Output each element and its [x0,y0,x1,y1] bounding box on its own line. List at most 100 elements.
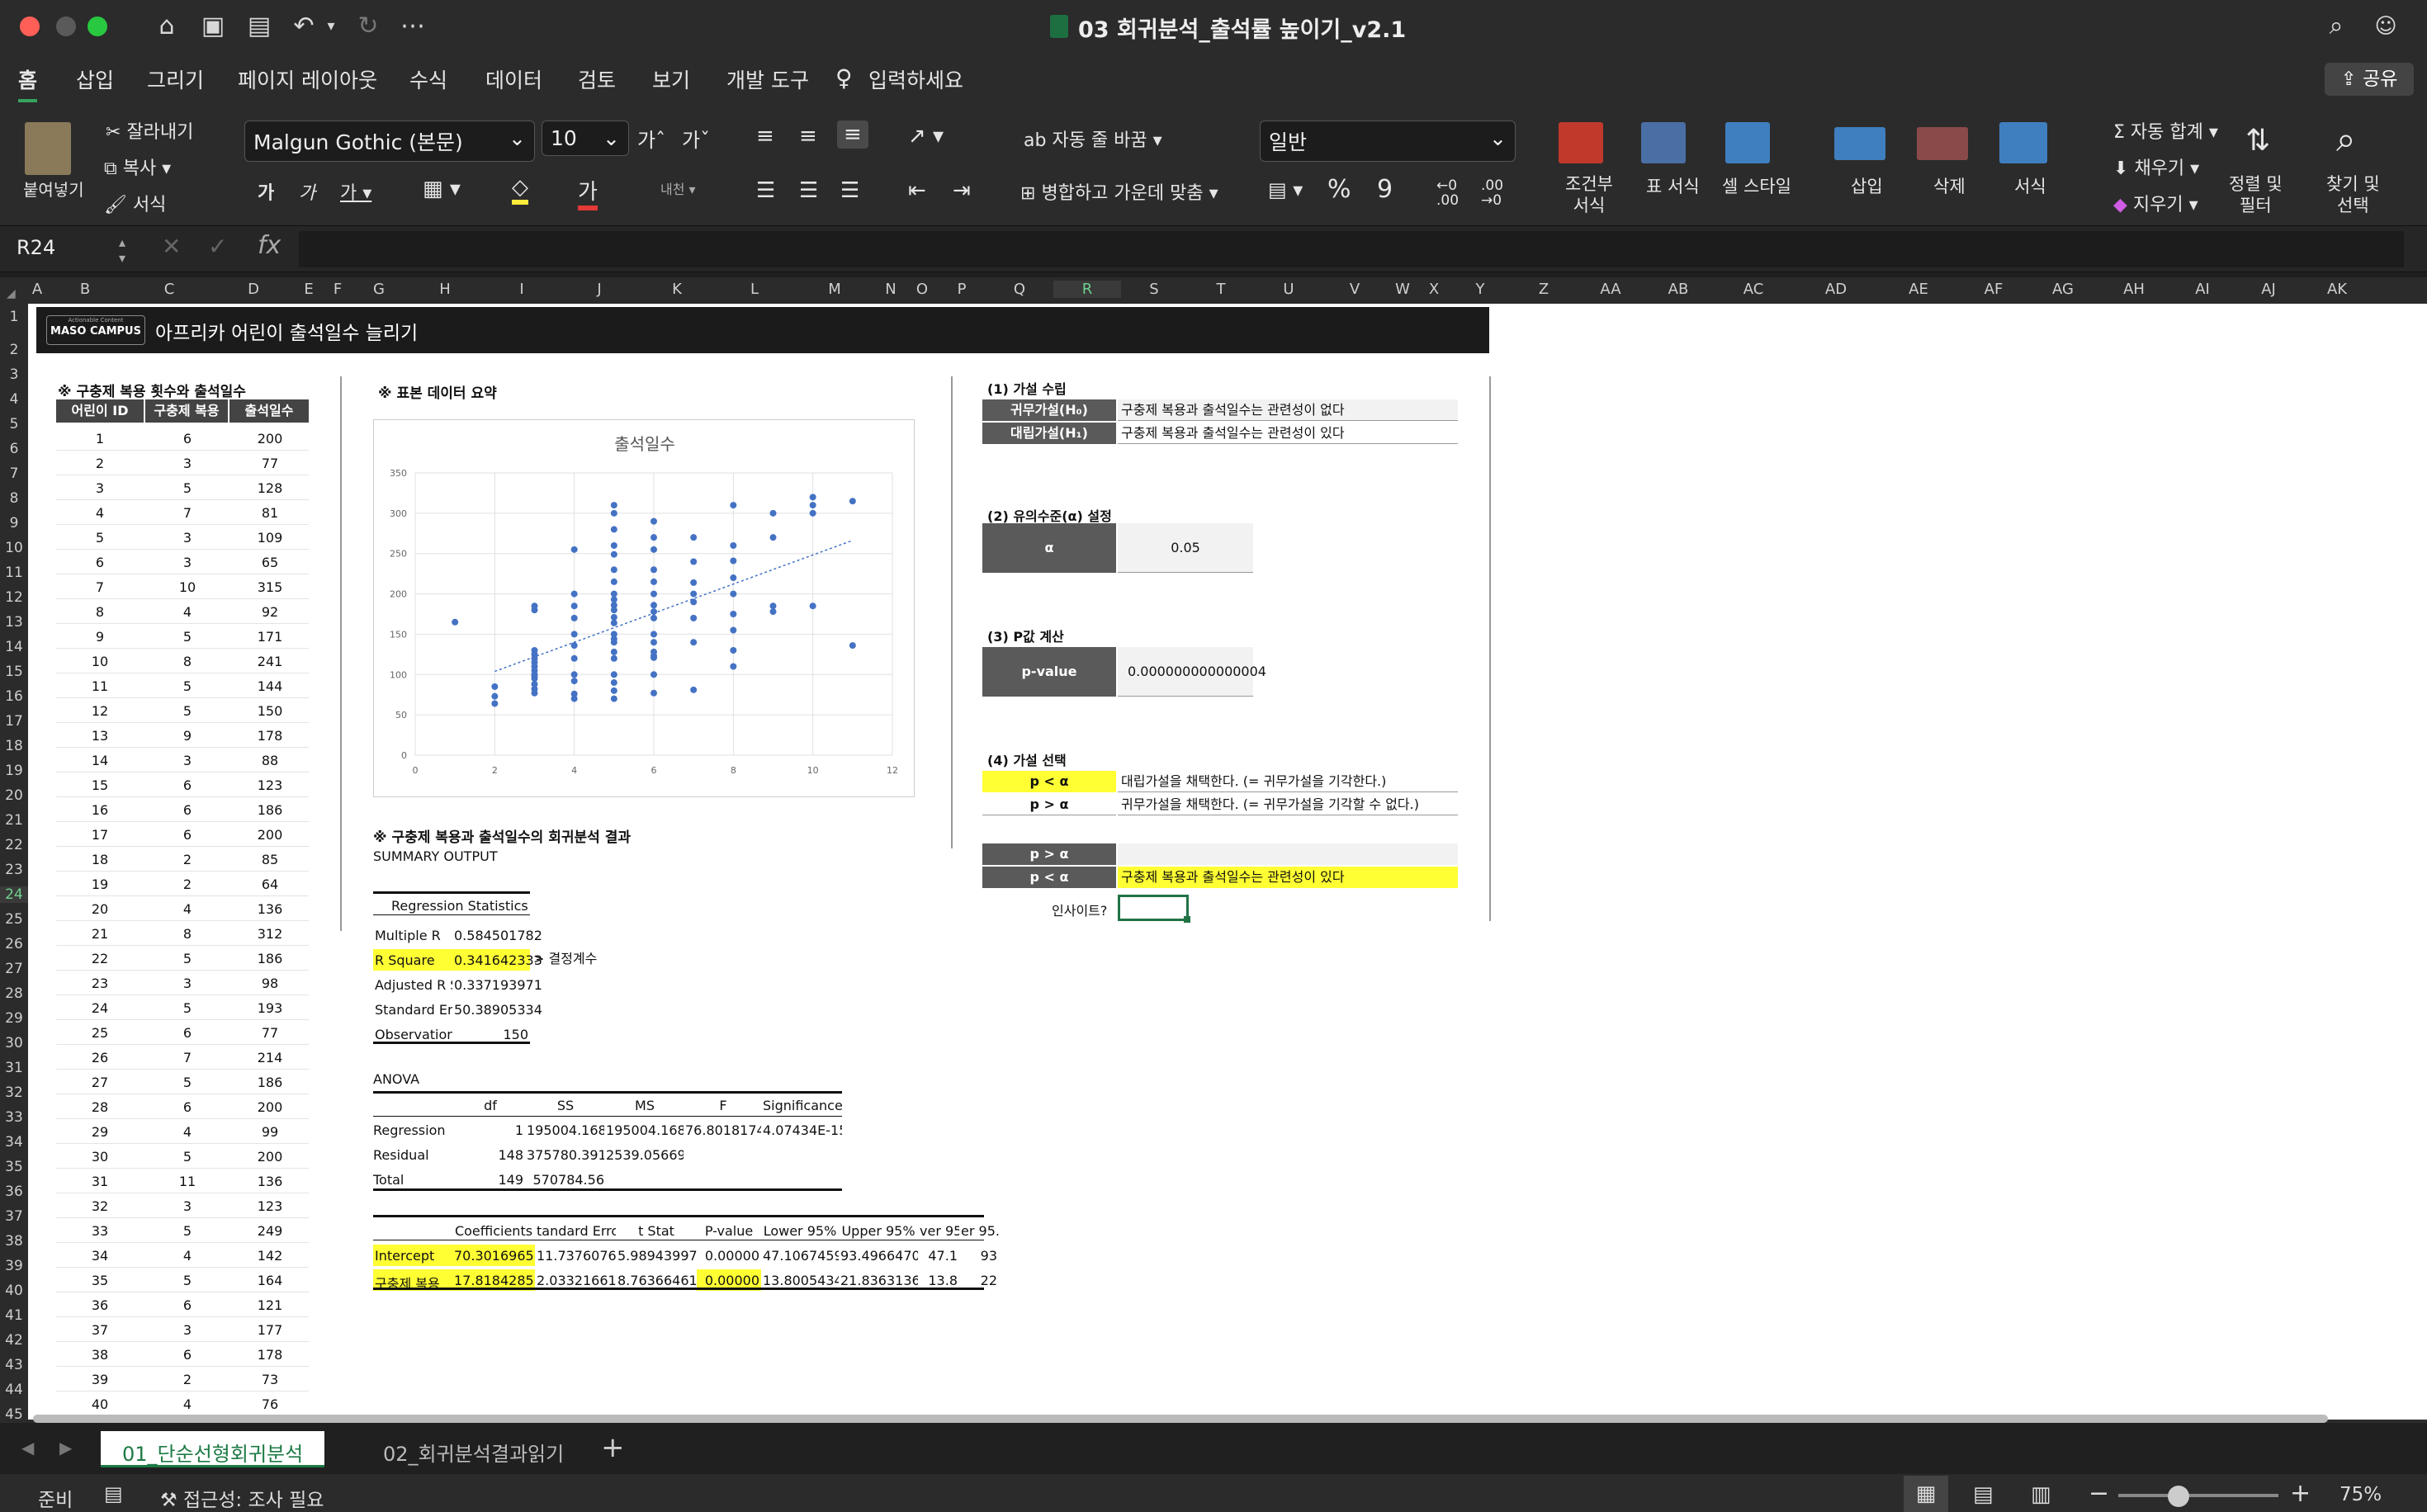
worksheet[interactable]: Actionable Content MASO CAMPUS 아프리카 어린이 … [28,304,2427,1420]
scatter-chart[interactable]: 출석일수 0 50 100 150 200 250 300 350 0 2 4 6 8 10 12 [373,419,915,797]
number-format-select[interactable]: 일반 ⌄ [1260,120,1516,162]
row-header-23[interactable]: 23 [0,862,28,878]
font-size-select[interactable]: 10 ⌄ [542,120,629,156]
find-select-icon[interactable]: ⌕ [2336,119,2356,160]
sheet-tab-2[interactable]: 02_회귀분석결과읽기 [362,1431,585,1467]
align-bottom-icon[interactable]: ≡ [837,120,868,149]
row-header-33[interactable]: 33 [0,1109,28,1126]
fill-handle[interactable] [1184,916,1190,923]
zoom-in-icon[interactable]: + [2290,1479,2311,1508]
accessibility-status[interactable]: ⚒ 접근성: 조사 필요 [160,1484,324,1512]
column-header-ab[interactable]: AB [1644,281,1712,298]
conditional-format-icon[interactable] [1559,122,1603,163]
page-break-view-icon[interactable]: ▥ [2031,1482,2051,1507]
row-header-44[interactable]: 44 [0,1382,28,1398]
row-header-17[interactable]: 17 [0,713,28,730]
column-header-t[interactable]: T [1187,281,1255,298]
row-header-30[interactable]: 30 [0,1035,28,1051]
row-header-38[interactable]: 38 [0,1233,28,1250]
close-window-button[interactable] [20,17,40,36]
insert-cells-icon[interactable] [1834,127,1885,160]
row-header-27[interactable]: 27 [0,961,28,977]
function-icon[interactable]: fx [258,231,281,260]
column-header-r[interactable]: R [1053,281,1121,298]
macro-icon[interactable]: ▤ [104,1482,123,1505]
underline-icon[interactable]: 가 ▾ [340,178,371,205]
paste-icon[interactable] [25,122,71,175]
delete-cells-icon[interactable] [1917,127,1968,160]
column-header-ak[interactable]: AK [2302,281,2373,298]
copy-button[interactable]: ⧉ 복사 ▾ [104,154,171,180]
paste-label[interactable]: 붙여넣기 [23,177,84,201]
row-header-5[interactable]: 5 [0,416,28,432]
row-header-28[interactable]: 28 [0,985,28,1002]
row-header-41[interactable]: 41 [0,1307,28,1324]
row-header-2[interactable]: 2 [0,342,28,358]
bold-icon[interactable]: 가 [258,178,274,205]
fill-color-icon[interactable]: ◇ [512,175,528,205]
border-icon[interactable]: ▦ ▾ [423,177,461,201]
column-header-ad[interactable]: AD [1795,281,1877,298]
zoom-out-icon[interactable]: − [2089,1479,2109,1508]
row-header-16[interactable]: 16 [0,688,28,705]
selected-cell-r24[interactable] [1118,895,1189,921]
sheet-tab-1[interactable]: 01_단순선형회귀분석 [101,1431,325,1467]
row-header-7[interactable]: 7 [0,465,28,482]
tab-home[interactable]: 홈 [18,64,38,102]
select-all-icon[interactable]: ◢ [7,287,16,300]
row-header-1[interactable]: 1 [0,309,28,325]
column-header-a[interactable]: A [30,281,45,298]
align-center-icon[interactable]: ☰ [799,178,818,203]
row-header-15[interactable]: 15 [0,664,28,680]
clear-button[interactable]: ◆ 지우기 ▾ [2113,190,2198,216]
prev-sheet-icon[interactable]: ◀ [21,1438,34,1458]
column-header-f[interactable]: F [324,281,352,298]
row-header-43[interactable]: 43 [0,1357,28,1373]
row-header-20[interactable]: 20 [0,787,28,804]
save-icon[interactable]: ▣ [195,10,231,43]
row-header-32[interactable]: 32 [0,1084,28,1101]
next-sheet-icon[interactable]: ▶ [59,1438,72,1458]
column-header-i[interactable]: I [484,281,560,298]
column-header-p[interactable]: P [938,281,986,298]
column-header-h[interactable]: H [406,281,484,298]
row-header-21[interactable]: 21 [0,812,28,829]
save-as-icon[interactable]: ▤ [241,10,277,43]
tab-developer[interactable]: 개발 도구 [726,64,809,94]
row-header-35[interactable]: 35 [0,1159,28,1175]
wrap-text-button[interactable]: ab 자동 줄 바꿈 ▾ [1024,125,1162,152]
tell-me-input[interactable]: 입력하세요 [868,64,963,94]
decrease-indent-icon[interactable]: ⇤ [908,178,926,203]
column-header-e[interactable]: E [294,281,324,298]
decrease-decimal-icon[interactable]: .00 →0 [1481,178,1503,208]
column-header-y[interactable]: Y [1450,281,1511,298]
tab-view[interactable]: 보기 [652,64,690,94]
align-top-icon[interactable]: ≡ [756,124,774,149]
increase-decimal-icon[interactable]: ←0.00 [1436,178,1459,208]
column-header-aj[interactable]: AJ [2235,281,2302,298]
italic-icon[interactable]: 가 [299,178,315,205]
redo-icon[interactable]: ↻ [350,10,386,43]
row-header-40[interactable]: 40 [0,1283,28,1299]
accounting-icon[interactable]: ▤ ▾ [1268,178,1303,201]
column-header-g[interactable]: G [352,281,406,298]
column-header-j[interactable]: J [560,281,639,298]
delete-cells-label[interactable]: 삭제 [1933,173,1966,198]
column-header-m[interactable]: M [794,281,875,298]
column-header-ai[interactable]: AI [2169,281,2235,298]
comma-icon[interactable]: 9 [1377,175,1393,204]
row-header-37[interactable]: 37 [0,1208,28,1225]
align-left-icon[interactable]: ☰ [756,178,775,203]
share-button[interactable]: ⇪ 공유 [2325,63,2414,96]
row-header-8[interactable]: 8 [0,490,28,507]
zoom-slider-handle[interactable] [2168,1486,2189,1507]
row-header-36[interactable]: 36 [0,1184,28,1200]
row-header-24[interactable]: 24 [0,886,28,903]
tab-review[interactable]: 검토 [578,64,616,94]
row-header-3[interactable]: 3 [0,366,28,383]
cut-button[interactable]: ✂ 잘라내기 [106,117,193,144]
fill-button[interactable]: ⬇ 채우기 ▾ [2113,154,2199,180]
page-layout-view-icon[interactable]: ▤ [1973,1482,1994,1507]
font-color-icon[interactable]: 가 [578,175,598,210]
cell-style-icon[interactable] [1725,122,1770,163]
